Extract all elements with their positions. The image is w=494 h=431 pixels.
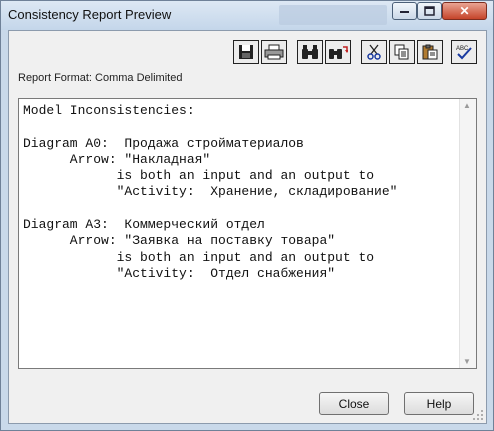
maximize-icon bbox=[424, 6, 435, 16]
window-title: Consistency Report Preview bbox=[8, 7, 172, 22]
report-text-area[interactable]: Model Inconsistencies: Diagram A0: Продаж… bbox=[18, 98, 477, 369]
close-icon: ✕ bbox=[459, 4, 470, 18]
close-button[interactable]: Close bbox=[319, 392, 389, 415]
print-button[interactable] bbox=[261, 40, 287, 64]
report-format-label: Report Format: Comma Delimited bbox=[18, 72, 183, 84]
save-button[interactable] bbox=[233, 40, 259, 64]
report-line: Arrow: "Заявка на поставку товара" bbox=[23, 233, 336, 249]
paste-button[interactable] bbox=[417, 40, 443, 64]
report-line bbox=[23, 201, 397, 217]
find-button[interactable] bbox=[297, 40, 323, 64]
maximize-button[interactable] bbox=[417, 2, 442, 20]
background-window-ghost bbox=[279, 5, 387, 25]
scroll-up-icon[interactable]: ▲ bbox=[463, 101, 471, 110]
report-line: Model Inconsistencies: bbox=[23, 103, 195, 118]
title-bar[interactable]: Consistency Report Preview ✕ bbox=[1, 1, 493, 30]
help-button[interactable]: Help bbox=[404, 392, 474, 415]
find-replace-button[interactable] bbox=[325, 40, 351, 64]
report-text: Model Inconsistencies: Diagram A0: Продаж… bbox=[23, 103, 397, 282]
window-close-button[interactable]: ✕ bbox=[442, 2, 487, 20]
paste-icon bbox=[422, 44, 438, 60]
floppy-disk-icon bbox=[239, 45, 253, 59]
vertical-scrollbar[interactable]: ▲ ▼ bbox=[459, 99, 476, 368]
cut-button[interactable] bbox=[361, 40, 387, 64]
dialog-client-area: ABC Report Format: Comma Delimited Model… bbox=[8, 30, 487, 424]
report-line: "Activity: Хранение, складирование" bbox=[23, 184, 398, 200]
report-line: Diagram A3: Коммерческий отдел bbox=[23, 217, 265, 233]
spellcheck-button[interactable]: ABC bbox=[451, 40, 477, 64]
scroll-down-icon[interactable]: ▼ bbox=[463, 357, 471, 366]
scissors-icon bbox=[367, 44, 381, 60]
consistency-report-window: Consistency Report Preview ✕ ABC Report … bbox=[0, 0, 494, 431]
copy-icon bbox=[394, 44, 409, 60]
copy-button[interactable] bbox=[389, 40, 415, 64]
report-line: Arrow: "Накладная" bbox=[23, 151, 211, 167]
printer-icon bbox=[264, 44, 284, 60]
report-line bbox=[23, 119, 397, 135]
report-line: "Activity: Отдел снабжения" bbox=[23, 265, 336, 281]
report-line: is both an input and an output to bbox=[23, 168, 375, 184]
minimize-icon bbox=[400, 11, 409, 13]
report-line: is both an input and an output to bbox=[23, 249, 375, 265]
report-line: Diagram A0: Продажа стройматериалов bbox=[23, 135, 304, 151]
resize-grip-icon[interactable] bbox=[472, 409, 484, 421]
binoculars-icon bbox=[302, 45, 318, 59]
binoculars-replace-icon bbox=[329, 46, 348, 59]
minimize-button[interactable] bbox=[392, 2, 417, 20]
spellcheck-icon: ABC bbox=[456, 46, 472, 60]
